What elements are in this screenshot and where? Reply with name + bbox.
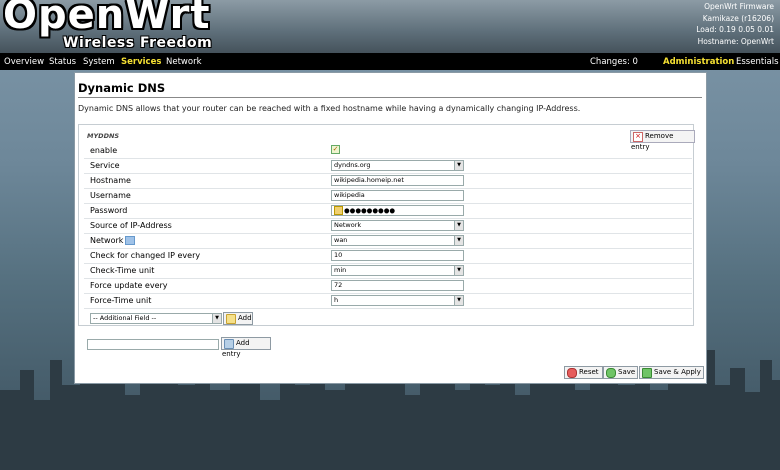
check-interval-label: Check for changed IP every: [90, 251, 201, 260]
service-select-value: dyndns.org: [334, 161, 371, 169]
save-apply-icon: [642, 368, 652, 378]
username-label: Username: [90, 191, 131, 200]
row-service: Service dyndns.org ▼: [84, 158, 692, 174]
hostname-info: Hostname: OpenWrt: [697, 36, 774, 46]
force-unit-label: Force-Time unit: [90, 296, 152, 305]
row-password: Password ●●●●●●●●●: [84, 203, 692, 219]
changes-counter[interactable]: Changes: 0: [590, 57, 638, 67]
openwrt-logo[interactable]: OpenWrt: [3, 0, 211, 38]
check-unit-value: min: [334, 266, 347, 274]
password-label: Password: [90, 206, 128, 215]
title-divider: [78, 97, 702, 98]
chevron-down-icon: ▼: [454, 161, 463, 170]
row-force-interval: Force update every 72: [84, 278, 692, 294]
firmware-name: OpenWrt Firmware: [704, 2, 774, 11]
save-apply-button[interactable]: Save & Apply: [639, 366, 704, 379]
content-panel: Dynamic DNS Dynamic DNS allows that your…: [74, 72, 707, 384]
logo-tagline: Wireless Freedom: [63, 35, 213, 51]
key-icon[interactable]: [334, 206, 343, 215]
save-icon: [606, 368, 616, 378]
network-select[interactable]: wan ▼: [331, 235, 464, 246]
remove-icon: ×: [633, 132, 643, 142]
service-select[interactable]: dyndns.org ▼: [331, 160, 464, 171]
row-check-interval: Check for changed IP every 10: [84, 248, 692, 264]
force-interval-input[interactable]: 72: [331, 280, 464, 291]
network-help-icon[interactable]: [125, 236, 136, 245]
save-apply-label: Save & Apply: [654, 368, 701, 376]
add-field-button[interactable]: Add: [223, 312, 253, 325]
row-enable: enable ✓: [84, 143, 692, 159]
check-unit-label: Check-Time unit: [90, 266, 155, 275]
source-label: Source of IP-Address: [90, 221, 172, 230]
network-label: Network: [90, 236, 136, 245]
enable-label: enable: [90, 146, 118, 155]
menu-services[interactable]: Services: [121, 57, 161, 67]
source-select-value: Network: [334, 221, 362, 229]
chevron-down-icon: ▼: [454, 296, 463, 305]
additional-field-value: -- Additional Field --: [93, 314, 157, 322]
save-label: Save: [618, 368, 636, 376]
force-interval-label: Force update every: [90, 281, 168, 290]
section-title: MYDDNS: [87, 132, 120, 140]
reset-icon: [567, 368, 577, 378]
menu-overview[interactable]: Overview: [4, 57, 44, 67]
check-interval-input[interactable]: 10: [331, 250, 464, 261]
header-bar: OpenWrt Wireless Freedom OpenWrt Firmwar…: [0, 0, 780, 53]
force-unit-value: h: [334, 296, 339, 304]
chevron-down-icon: ▼: [212, 314, 221, 323]
enable-checkbox[interactable]: ✓: [331, 145, 340, 154]
menu-system[interactable]: System: [83, 57, 115, 67]
hostname-input[interactable]: wikipedia.homeip.net: [331, 175, 464, 186]
system-info: OpenWrt Firmware Kamikaze (r16206) Load:…: [696, 1, 774, 47]
load-info: Load: 0.19 0.05 0.01: [696, 25, 774, 34]
menu-network[interactable]: Network: [166, 57, 202, 67]
row-network: Network wan ▼: [84, 233, 692, 249]
chevron-down-icon: ▼: [454, 236, 463, 245]
add-icon: [226, 314, 236, 324]
network-label-text: Network: [90, 236, 124, 245]
add-field-label: Add: [238, 314, 252, 322]
service-label: Service: [90, 161, 120, 170]
row-force-unit: Force-Time unit h ▼: [84, 293, 692, 309]
chevron-down-icon: ▼: [454, 266, 463, 275]
row-hostname: Hostname wikipedia.homeip.net: [84, 173, 692, 189]
password-value: ●●●●●●●●●: [344, 206, 396, 215]
password-input[interactable]: ●●●●●●●●●: [331, 205, 464, 216]
menu-essentials[interactable]: Essentials: [736, 57, 779, 67]
username-input[interactable]: wikipedia: [331, 190, 464, 201]
check-unit-select[interactable]: min ▼: [331, 265, 464, 276]
add-entry-button[interactable]: Add entry: [221, 337, 271, 358]
remove-entry-button[interactable]: × Remove entry: [630, 130, 695, 151]
row-username: Username wikipedia: [84, 188, 692, 204]
hostname-label: Hostname: [90, 176, 131, 185]
additional-field-select[interactable]: -- Additional Field -- ▼: [90, 313, 222, 324]
firmware-version: Kamikaze (r16206): [702, 13, 774, 23]
save-button[interactable]: Save: [603, 366, 638, 379]
page-title: Dynamic DNS: [78, 81, 166, 95]
reset-label: Reset: [579, 368, 599, 376]
network-select-value: wan: [334, 236, 348, 244]
row-source: Source of IP-Address Network ▼: [84, 218, 692, 234]
row-check-unit: Check-Time unit min ▼: [84, 263, 692, 279]
main-menu: Overview Status System Services Network …: [0, 53, 780, 70]
reset-button[interactable]: Reset: [564, 366, 603, 379]
chevron-down-icon: ▼: [454, 221, 463, 230]
menu-administration[interactable]: Administration: [663, 57, 734, 67]
source-select[interactable]: Network ▼: [331, 220, 464, 231]
new-entry-input[interactable]: [87, 339, 219, 350]
add-entry-icon: [224, 339, 234, 349]
page-description: Dynamic DNS allows that your router can …: [78, 104, 581, 113]
menu-status[interactable]: Status: [49, 57, 76, 67]
force-unit-select[interactable]: h ▼: [331, 295, 464, 306]
